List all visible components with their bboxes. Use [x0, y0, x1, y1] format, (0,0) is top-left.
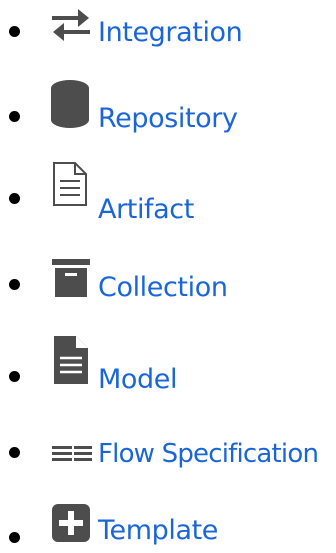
stream-lines-icon — [52, 445, 92, 461]
link-artifact[interactable]: Artifact — [98, 195, 194, 225]
link-repository[interactable]: Repository — [98, 104, 238, 134]
file-text-outline-icon — [52, 161, 88, 207]
list-bullet — [9, 532, 20, 543]
list-item-model: Model — [0, 336, 336, 395]
list-bullet — [9, 447, 20, 458]
database-icon — [50, 80, 90, 128]
link-integration[interactable]: Integration — [98, 18, 243, 48]
list-item-template: Template — [0, 503, 336, 553]
list-bullet — [9, 371, 20, 382]
archive-box-icon — [52, 259, 90, 297]
list-bullet — [9, 193, 20, 204]
list-item-collection: Collection — [0, 255, 336, 305]
list-bullet — [9, 111, 20, 122]
link-collection[interactable]: Collection — [98, 273, 228, 303]
link-model[interactable]: Model — [98, 365, 177, 395]
list-item-repository: Repository — [0, 80, 336, 134]
list-bullet — [9, 279, 20, 290]
plus-square-icon — [52, 504, 90, 542]
list-item-integration: Integration — [0, 6, 336, 56]
file-text-filled-icon — [54, 336, 88, 384]
link-template[interactable]: Template — [98, 516, 218, 546]
list-item-flow-specification: Flow Specification — [0, 428, 336, 478]
swap-arrows-icon — [52, 8, 90, 42]
list-bullet — [9, 26, 20, 37]
link-flow-specification[interactable]: Flow Specification — [98, 439, 319, 469]
list-item-artifact: Artifact — [0, 162, 336, 225]
